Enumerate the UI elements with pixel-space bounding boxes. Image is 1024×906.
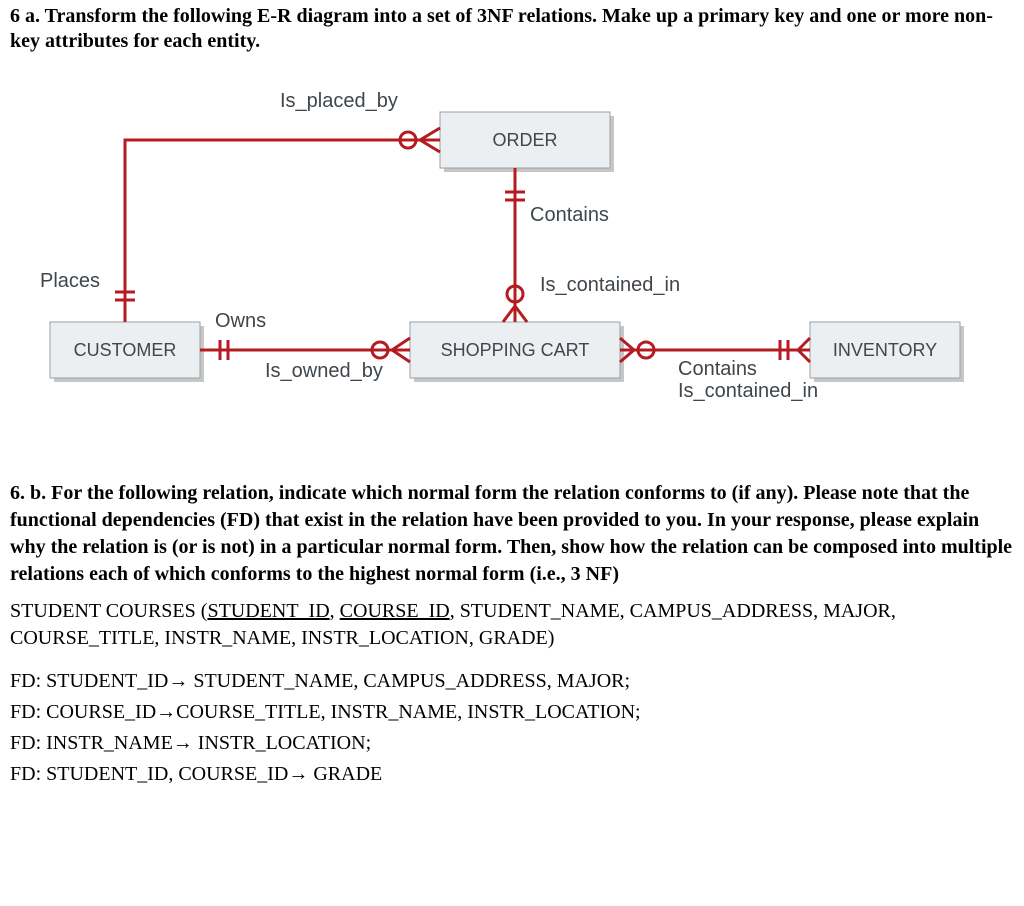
label-is-contained-in-top: Is_contained_in	[540, 274, 680, 297]
fd-line-4: FD: STUDENT_ID, COURSE_ID→ GRADE	[10, 761, 1014, 788]
label-owns: Owns	[215, 310, 266, 333]
relation-pk1: STUDENT_ID	[207, 600, 329, 622]
entity-inventory-label: INVENTORY	[833, 340, 937, 360]
er-diagram: ORDER CUSTOMER SHOPPING CART INVENTORY	[10, 72, 1000, 452]
erd-svg: ORDER CUSTOMER SHOPPING CART INVENTORY	[10, 72, 1000, 452]
fd-line-1: FD: STUDENT_ID→ STUDENT_NAME, CAMPUS_ADD…	[10, 668, 1014, 695]
entity-order-label: ORDER	[492, 130, 557, 150]
question-6a: 6 a. Transform the following E-R diagram…	[10, 4, 1014, 54]
label-contains-top: Contains	[530, 204, 609, 227]
question-6b: 6. b. For the following relation, indica…	[10, 480, 1014, 588]
fd-line-3: FD: INSTR_NAME→ INSTR_LOCATION;	[10, 730, 1014, 757]
label-places: Places	[40, 270, 100, 293]
label-is-placed-by: Is_placed_by	[280, 90, 398, 113]
label-is-contained-in-right: Is_contained_in	[678, 380, 818, 403]
relation-pk2: COURSE_ID	[340, 600, 450, 622]
label-is-owned-by: Is_owned_by	[265, 360, 383, 383]
fd-line-2: FD: COURSE_ID→COURSE_TITLE, INSTR_NAME, …	[10, 699, 1014, 726]
relation-name: STUDENT COURSES	[10, 600, 196, 622]
label-contains-right: Contains	[678, 358, 757, 381]
entity-cart-label: SHOPPING CART	[441, 340, 590, 360]
relation-schema: STUDENT COURSES (STUDENT_ID, COURSE_ID, …	[10, 598, 1014, 652]
entity-customer-label: CUSTOMER	[74, 340, 177, 360]
